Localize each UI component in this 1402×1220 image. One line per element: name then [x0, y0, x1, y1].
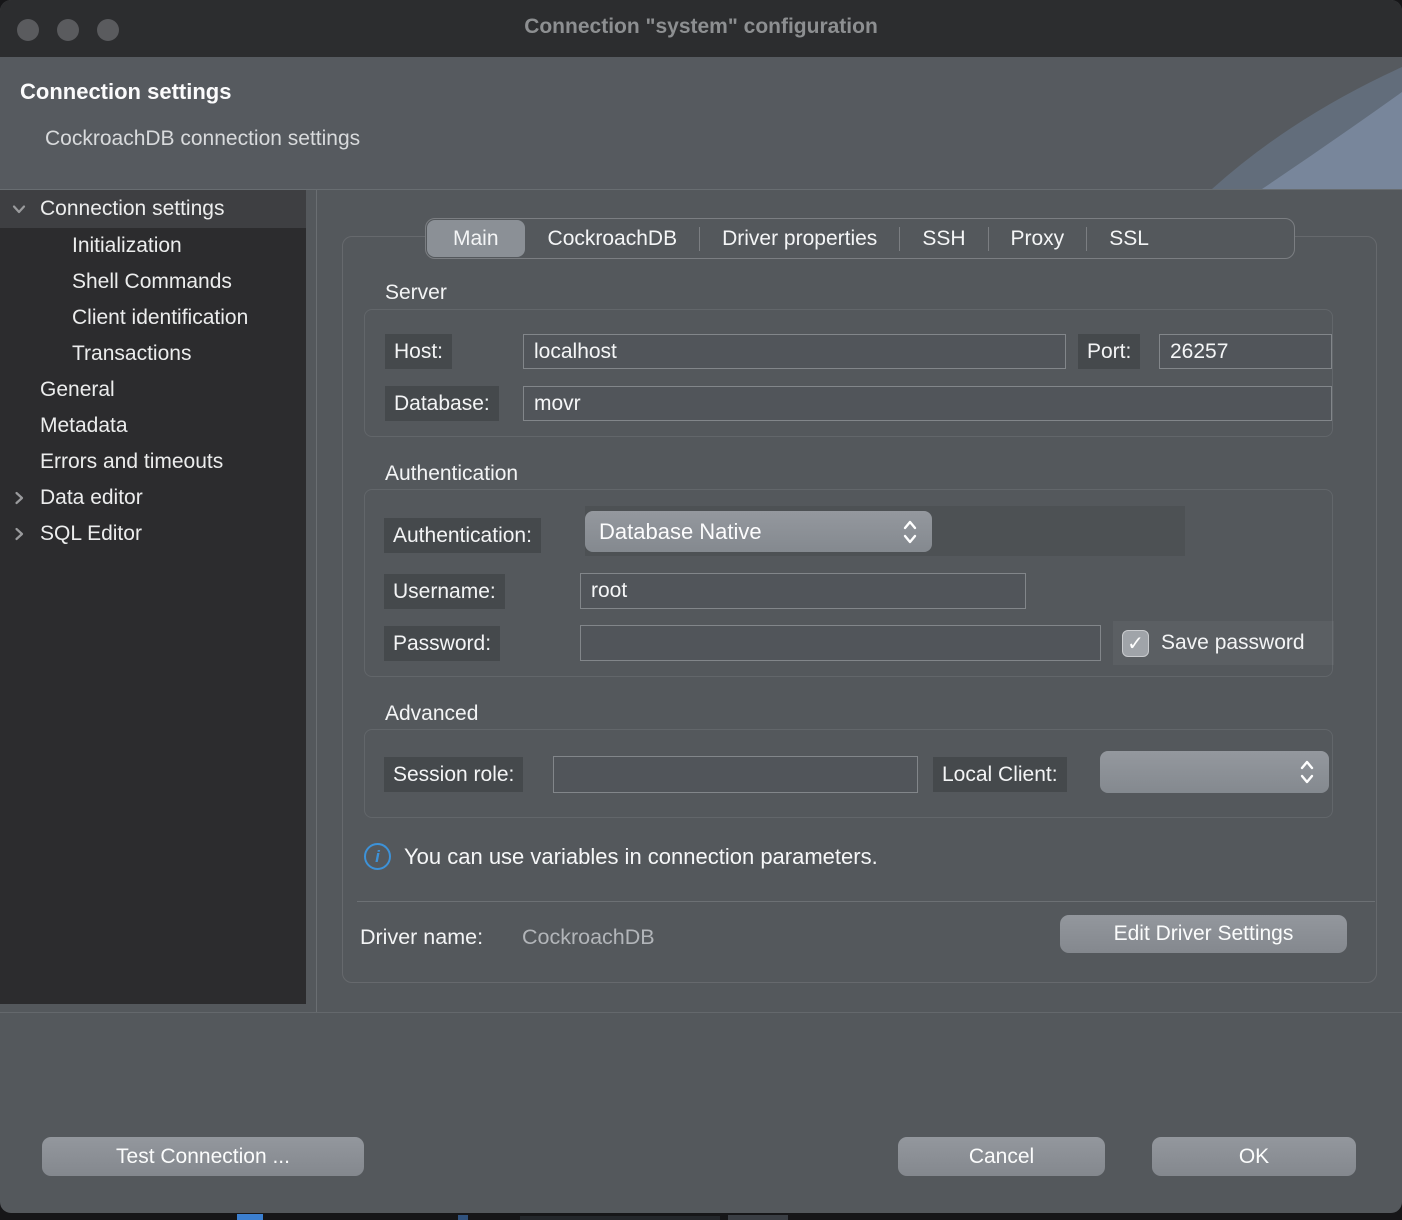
- sidebar-item-label: Errors and timeouts: [0, 450, 223, 474]
- sidebar-item-label: Initialization: [0, 234, 182, 258]
- desktop-backdrop: Connection "system" configuration Connec…: [0, 0, 1402, 1220]
- sidebar-item-metadata[interactable]: Metadata: [0, 408, 306, 444]
- test-connection-button[interactable]: Test Connection ...: [42, 1137, 364, 1176]
- tab-cockroachdb[interactable]: CockroachDB: [526, 219, 700, 258]
- background-app-fragment: [520, 1216, 720, 1220]
- sidebar-item-client-identification[interactable]: Client identification: [0, 300, 306, 336]
- sidebar-item-label: Transactions: [0, 342, 191, 366]
- sidebar-item-label: Metadata: [0, 414, 128, 438]
- tab-proxy[interactable]: Proxy: [989, 219, 1087, 258]
- tab-ssl[interactable]: SSL: [1087, 219, 1171, 258]
- page-subtitle: CockroachDB connection settings: [45, 127, 360, 151]
- sidebar-item-label: General: [0, 378, 115, 402]
- footer-divider: [0, 1012, 1402, 1013]
- window-title: Connection "system" configuration: [0, 15, 1402, 39]
- banner-swoosh-graphic: [1172, 57, 1402, 189]
- sidebar-item-connection-settings[interactable]: Connection settings: [0, 190, 306, 228]
- sidebar-item-shell-commands[interactable]: Shell Commands: [0, 264, 306, 300]
- background-app-fragment: [458, 1215, 468, 1220]
- page-title: Connection settings: [20, 79, 231, 105]
- sidebar-item-label: Shell Commands: [0, 270, 232, 294]
- settings-tree: Connection settings Initialization Shell C…: [0, 190, 306, 1004]
- chevron-right-icon[interactable]: [10, 489, 28, 507]
- tab-ssh[interactable]: SSH: [900, 219, 987, 258]
- sidebar-divider: [316, 190, 317, 1012]
- background-app-fragment: [728, 1215, 788, 1220]
- sidebar-item-errors-and-timeouts[interactable]: Errors and timeouts: [0, 444, 306, 480]
- title-bar: Connection "system" configuration: [0, 0, 1402, 57]
- sidebar-item-label: Connection settings: [0, 197, 224, 221]
- sidebar-item-sql-editor[interactable]: SQL Editor: [0, 516, 306, 552]
- chevron-down-icon[interactable]: [10, 200, 28, 218]
- connection-config-dialog: Connection "system" configuration Connec…: [0, 0, 1402, 1213]
- sidebar-item-label: Client identification: [0, 306, 248, 330]
- sidebar-item-data-editor[interactable]: Data editor: [0, 480, 306, 516]
- tab-bar: MainCockroachDBDriver propertiesSSHProxy…: [425, 218, 1295, 259]
- sidebar-item-transactions[interactable]: Transactions: [0, 336, 306, 372]
- sidebar-item-general[interactable]: General: [0, 372, 306, 408]
- tab-driver-properties[interactable]: Driver properties: [700, 219, 899, 258]
- chevron-right-icon[interactable]: [10, 525, 28, 543]
- background-app-fragment: [237, 1214, 263, 1220]
- sidebar-item-initialization[interactable]: Initialization: [0, 228, 306, 264]
- main-tab-content: [342, 236, 1377, 983]
- cancel-button[interactable]: Cancel: [898, 1137, 1105, 1176]
- tab-main[interactable]: Main: [427, 220, 525, 257]
- wizard-header: Connection settings CockroachDB connecti…: [0, 57, 1402, 190]
- ok-button[interactable]: OK: [1152, 1137, 1356, 1176]
